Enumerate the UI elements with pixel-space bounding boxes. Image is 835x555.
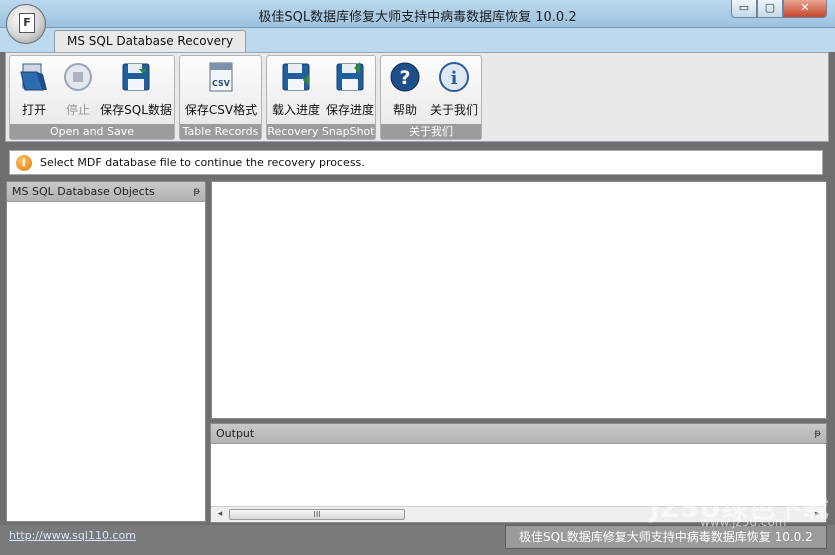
save-progress-button[interactable]: 保存进度 [323, 60, 377, 120]
application-menu-button[interactable]: F [6, 4, 46, 44]
database-objects-header: MS SQL Database Objects ᵽ [7, 182, 205, 202]
help-button-label: 帮助 [392, 103, 417, 117]
open-button-label: 打开 [21, 103, 46, 117]
load-snapshot-icon [282, 63, 310, 91]
minimize-button[interactable]: ▭ [731, 0, 757, 18]
group-caption-table-records: Table Records [180, 124, 261, 139]
group-caption-open-and-save: Open and Save [10, 124, 174, 139]
info-icon: i [439, 62, 469, 92]
stop-icon [64, 63, 92, 91]
about-us-label: 关于我们 [429, 103, 478, 117]
group-caption-recovery-snapshot: Recovery SnapShot [267, 124, 375, 139]
database-objects-panel: MS SQL Database Objects ᵽ [6, 181, 206, 522]
ribbon: 打开 停止 保存SQL数据 Open and Save CSV 保存CSV格式 … [5, 52, 829, 142]
window-title: 极佳SQL数据库修复大师支持中病毒数据库恢复 10.0.2 [258, 10, 577, 25]
save-sql-data-button[interactable]: 保存SQL数据 [98, 60, 174, 120]
open-button[interactable]: 打开 [14, 60, 54, 120]
title-bar: 极佳SQL数据库修复大师支持中病毒数据库恢复 10.0.2 ▭ ▢ ✕ [0, 0, 835, 28]
warning-info-icon: i [16, 155, 32, 171]
output-pin-icon[interactable]: ᵽ [814, 424, 821, 443]
ribbon-group-table-records: CSV 保存CSV格式 Table Records [179, 55, 262, 140]
app-logo-icon: F [19, 13, 35, 33]
load-progress-label: 载入进度 [271, 103, 320, 117]
pin-icon[interactable]: ᵽ [193, 182, 200, 201]
help-button[interactable]: ? 帮助 [383, 60, 427, 120]
database-objects-tree[interactable] [7, 202, 205, 521]
output-header: Output ᵽ [211, 424, 826, 444]
csv-icon: CSV [209, 62, 233, 92]
website-link[interactable]: http://www.sql110.com [9, 529, 136, 542]
save-snapshot-icon [336, 62, 364, 91]
ribbon-group-open-and-save: 打开 停止 保存SQL数据 Open and Save [9, 55, 175, 140]
status-bar: http://www.sql110.com 极佳SQL数据库修复大师支持中病毒数… [0, 525, 835, 555]
folder-open-icon [20, 63, 47, 91]
load-progress-button[interactable]: 载入进度 [269, 60, 323, 120]
tab-ms-sql-database-recovery[interactable]: MS SQL Database Recovery [54, 30, 247, 52]
stop-button[interactable]: 停止 [58, 60, 98, 120]
info-message: Select MDF database file to continue the… [40, 156, 365, 169]
save-csv-label: 保存CSV格式 [184, 103, 258, 117]
save-csv-button[interactable]: CSV 保存CSV格式 [182, 60, 260, 120]
output-title: Output [216, 427, 255, 440]
ribbon-group-about: ? 帮助 i 关于我们 关于我们 [380, 55, 482, 140]
records-view[interactable] [211, 181, 827, 419]
group-caption-about: 关于我们 [381, 124, 481, 139]
maximize-button[interactable]: ▢ [757, 0, 783, 18]
csv-icon-text: CSV [212, 79, 231, 88]
close-button[interactable]: ✕ [783, 0, 827, 18]
database-objects-title: MS SQL Database Objects [12, 185, 155, 198]
maximize-icon: ▢ [764, 1, 776, 14]
window-controls: ▭ ▢ ✕ [731, 0, 827, 18]
stop-button-label: 停止 [65, 103, 90, 117]
ribbon-group-recovery-snapshot: 载入进度 保存进度 Recovery SnapShot [266, 55, 376, 140]
info-bar: i Select MDF database file to continue t… [9, 150, 823, 175]
minimize-icon: ▭ [738, 1, 750, 14]
scroll-thumb[interactable]: III [229, 509, 405, 520]
save-sql-data-label: 保存SQL数据 [100, 103, 172, 117]
watermark-url: www.jz5u.com [700, 515, 787, 529]
info-icon-text: i [451, 68, 458, 89]
ribbon-tab-strip: MS SQL Database Recovery [0, 28, 835, 52]
save-progress-label: 保存进度 [325, 103, 374, 117]
scroll-left-icon[interactable]: ◂ [213, 508, 227, 521]
save-icon [122, 63, 150, 91]
about-us-button[interactable]: i 关于我们 [427, 60, 481, 120]
close-icon: ✕ [800, 1, 810, 14]
help-icon-text: ? [399, 67, 410, 89]
help-icon: ? [390, 62, 420, 92]
